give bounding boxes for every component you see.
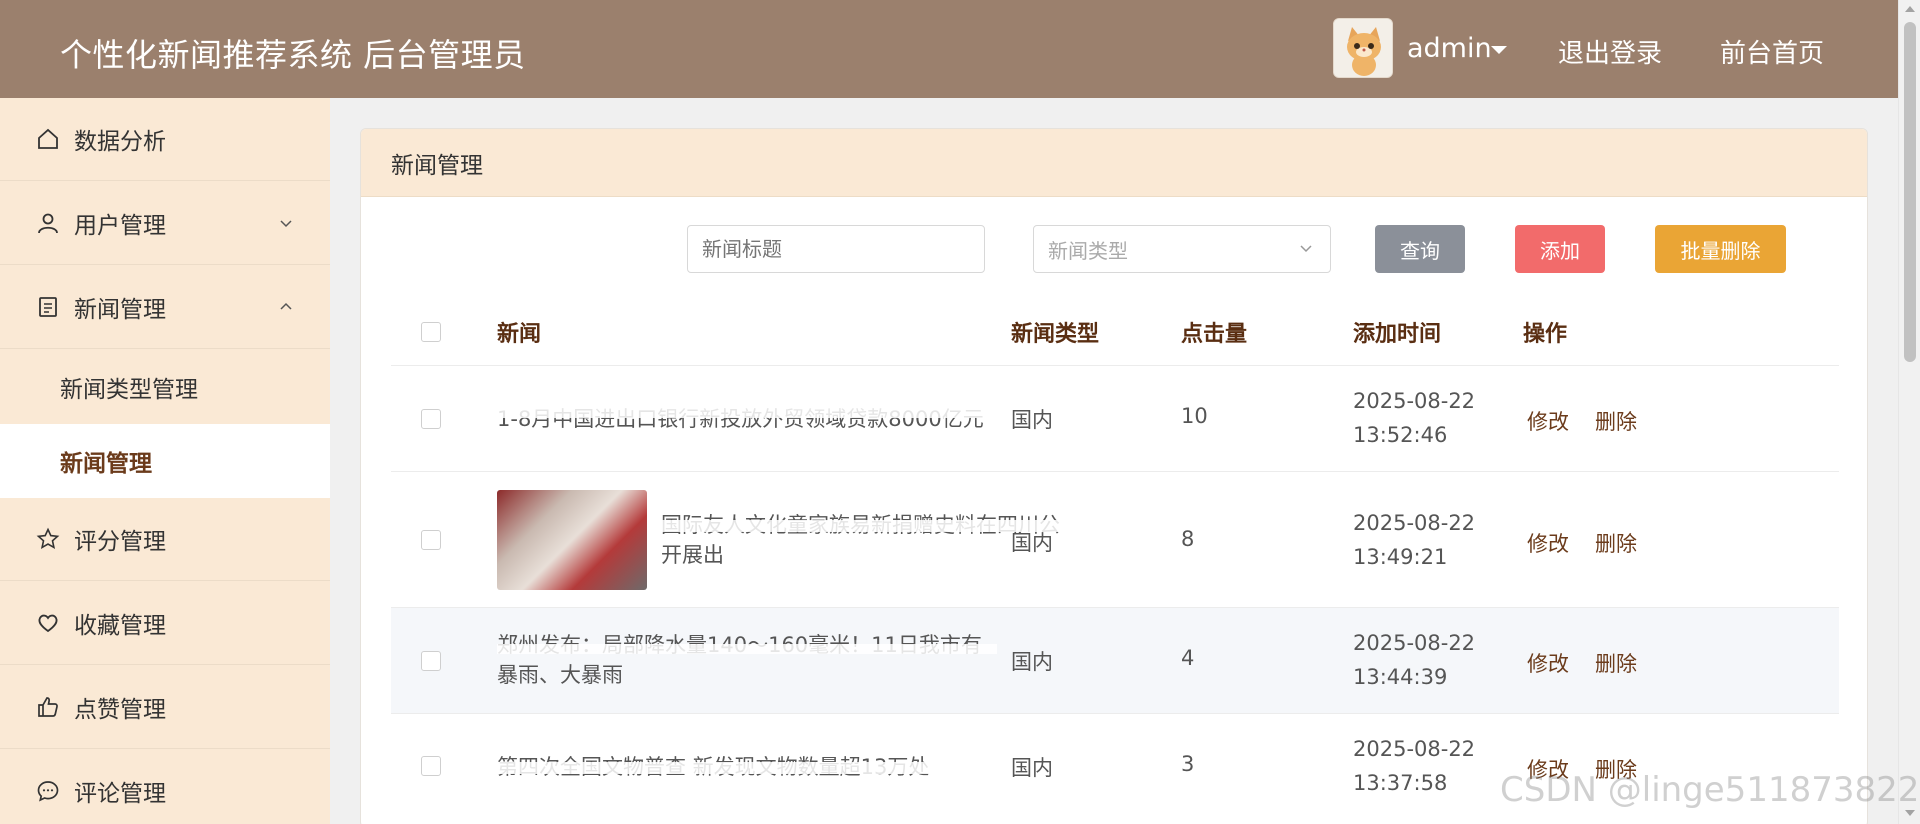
table-row: 国际友人文化童家族易新捐赠史料在四川公开展出 国内 8 2025-08-22 1… — [391, 471, 1839, 607]
logout-link[interactable]: 退出登录 — [1558, 33, 1662, 70]
news-title[interactable]: 郑州发布：局部降水量140～160毫米！11日我市有暴雨、大暴雨 — [497, 630, 997, 690]
delete-link[interactable]: 删除 — [1595, 528, 1637, 558]
scroll-down-icon[interactable] — [1905, 810, 1915, 816]
click-count: 3 — [1181, 752, 1195, 776]
column-header-news-type: 新闻类型 — [1011, 322, 1100, 347]
news-type-select[interactable]: 新闻类型 — [1033, 225, 1331, 273]
cat-avatar-icon — [1334, 19, 1392, 77]
page-scrollbar[interactable] — [1898, 0, 1920, 824]
delete-link[interactable]: 删除 — [1595, 648, 1637, 678]
main-content: 新闻管理 新闻类型 查询 添加 批量删除 新闻 新闻类型 点击量 添加时间 操作… — [330, 98, 1898, 824]
sidebar-item-like-management[interactable]: 点赞管理 — [0, 666, 330, 749]
redaction-mark — [497, 404, 997, 418]
sidebar-item-label: 数据分析 — [74, 129, 166, 155]
sidebar-item-label: 收藏管理 — [74, 613, 166, 639]
document-icon — [39, 297, 57, 317]
chevron-up-icon — [280, 302, 292, 310]
watermark: CSDN @linge511873822 — [1500, 770, 1920, 810]
edit-link[interactable]: 修改 — [1527, 648, 1569, 678]
frontend-home-link[interactable]: 前台首页 — [1720, 33, 1824, 70]
username[interactable]: admin — [1407, 33, 1492, 64]
chevron-down-icon — [280, 220, 292, 228]
column-header-added-time: 添加时间 — [1353, 322, 1442, 347]
comment-icon — [37, 781, 59, 802]
row-checkbox[interactable] — [421, 651, 441, 671]
click-count: 4 — [1181, 646, 1195, 670]
news-type: 国内 — [1011, 408, 1053, 432]
column-header-clicks: 点击量 — [1181, 322, 1248, 347]
scrollbar-thumb[interactable] — [1904, 22, 1916, 362]
row-checkbox[interactable] — [421, 756, 441, 776]
chevron-down-icon[interactable] — [1491, 46, 1507, 54]
added-clock: 13:49:21 — [1353, 545, 1448, 569]
avatar[interactable] — [1333, 18, 1393, 78]
column-header-news: 新闻 — [497, 322, 542, 347]
news-type: 国内 — [1011, 650, 1053, 674]
sidebar-item-favorite-management[interactable]: 收藏管理 — [0, 582, 330, 665]
row-checkbox[interactable] — [421, 530, 441, 550]
query-button[interactable]: 查询 — [1375, 225, 1465, 273]
sidebar-item-label: 点赞管理 — [74, 697, 166, 723]
added-clock: 13:44:39 — [1353, 665, 1448, 689]
added-time: 2025-08-22 13:37:58 — [1353, 732, 1475, 800]
added-clock: 13:52:46 — [1353, 423, 1448, 447]
added-date: 2025-08-22 — [1353, 631, 1476, 655]
added-date: 2025-08-22 — [1353, 389, 1476, 413]
news-type: 国内 — [1011, 756, 1053, 780]
sidebar-item-rating-management[interactable]: 评分管理 — [0, 498, 330, 581]
row-checkbox[interactable] — [421, 409, 441, 429]
added-time: 2025-08-22 13:49:21 — [1353, 506, 1475, 574]
sidebar-item-data-analysis[interactable]: 数据分析 — [0, 98, 330, 181]
edit-link[interactable]: 修改 — [1527, 528, 1569, 558]
news-title[interactable]: 国际友人文化童家族易新捐赠史料在四川公开展出 — [661, 510, 1061, 570]
redaction-mark — [497, 762, 997, 774]
column-header-actions: 操作 — [1523, 322, 1568, 347]
news-type: 国内 — [1011, 531, 1053, 555]
home-icon — [38, 128, 58, 149]
added-time: 2025-08-22 13:52:46 — [1353, 384, 1475, 452]
click-count: 8 — [1181, 527, 1195, 551]
sidebar-subitem-label: 新闻类型管理 — [60, 377, 198, 403]
scroll-up-icon[interactable] — [1905, 6, 1915, 12]
sidebar-subitem-news-type-management[interactable]: 新闻类型管理 — [0, 350, 330, 424]
sidebar-item-label: 用户管理 — [74, 213, 166, 239]
redaction-mark — [661, 520, 1061, 532]
heart-icon — [38, 614, 58, 633]
batch-delete-button[interactable]: 批量删除 — [1655, 225, 1786, 273]
top-header: 个性化新闻推荐系统 后台管理员 admin 退出登录 前台首页 — [0, 0, 1898, 98]
sidebar-item-label: 评分管理 — [74, 529, 166, 555]
sidebar-item-user-management[interactable]: 用户管理 — [0, 182, 330, 265]
edit-link[interactable]: 修改 — [1527, 406, 1569, 436]
chevron-down-icon — [1300, 245, 1312, 253]
thumbs-up-icon — [38, 697, 58, 717]
added-date: 2025-08-22 — [1353, 737, 1476, 761]
sidebar-item-label: 评论管理 — [74, 781, 166, 807]
table-row: 1-8月中国进出口银行新投放外贸领域贷款8000亿元 国内 10 2025-08… — [391, 365, 1839, 471]
added-clock: 13:37:58 — [1353, 771, 1448, 795]
click-count: 10 — [1181, 404, 1208, 428]
added-date: 2025-08-22 — [1353, 511, 1476, 535]
sidebar: 数据分析 用户管理 新闻管理 新闻类型管理 新闻管理 评分管理 收藏管理 点赞管… — [0, 98, 330, 824]
added-time: 2025-08-22 13:44:39 — [1353, 626, 1475, 694]
table-row: 郑州发布：局部降水量140～160毫米！11日我市有暴雨、大暴雨 国内 4 20… — [391, 607, 1839, 713]
sidebar-item-comment-management[interactable]: 评论管理 — [0, 750, 330, 824]
news-thumbnail[interactable] — [497, 490, 647, 590]
system-title: 个性化新闻推荐系统 后台管理员 — [60, 36, 526, 74]
sidebar-subitem-news-management[interactable]: 新闻管理 — [0, 424, 330, 498]
news-title-input[interactable] — [687, 225, 985, 273]
news-management-card: 新闻管理 新闻类型 查询 添加 批量删除 新闻 新闻类型 点击量 添加时间 操作… — [360, 128, 1868, 824]
select-all-checkbox[interactable] — [421, 322, 441, 342]
delete-link[interactable]: 删除 — [1595, 406, 1637, 436]
user-icon — [38, 213, 58, 234]
sidebar-subitem-label: 新闻管理 — [60, 451, 152, 477]
star-icon — [36, 527, 60, 549]
add-button[interactable]: 添加 — [1515, 225, 1605, 273]
sidebar-item-news-management[interactable]: 新闻管理 — [0, 266, 330, 349]
redaction-mark — [497, 644, 997, 654]
sidebar-item-label: 新闻管理 — [74, 297, 166, 323]
news-type-placeholder: 新闻类型 — [1048, 238, 1128, 263]
card-title: 新闻管理 — [361, 129, 1867, 197]
